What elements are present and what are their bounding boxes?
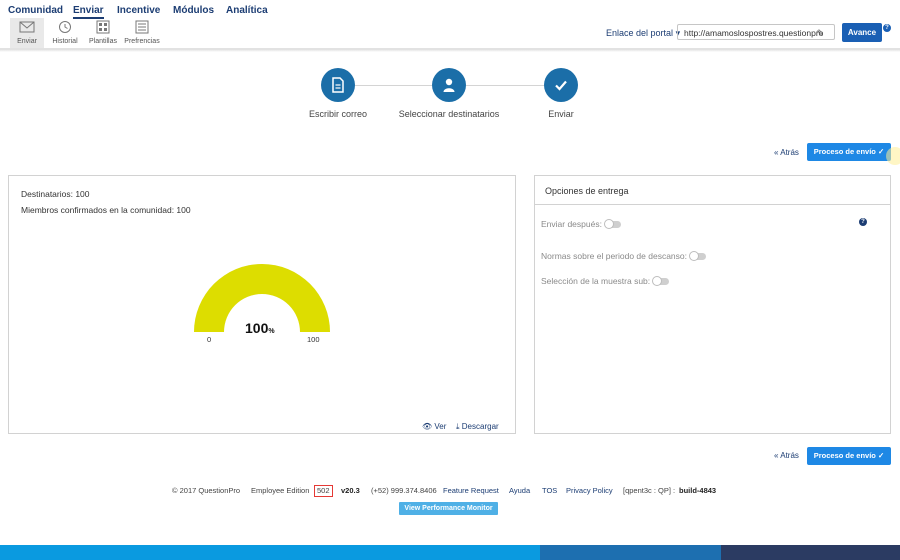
gauge-min-label: 0 (207, 335, 212, 344)
bottom-bar (0, 545, 540, 560)
footer-version: v20.3 (341, 486, 360, 495)
portal-link-label: Enlace del portal (606, 28, 674, 38)
portal-url-field[interactable]: http://amamoslospostres.questionpro ✎ (677, 24, 835, 40)
option-seleccion-muestra: Selección de la muestra sub: (541, 276, 670, 287)
download-icon: ⤓ (456, 422, 460, 431)
help-icon[interactable]: ? (883, 24, 891, 32)
eye-icon: 👁 (422, 422, 433, 431)
nav-tab-analitica[interactable]: Analítica (226, 5, 268, 16)
panel-title: Opciones de entrega (545, 186, 629, 196)
gauge-max-label: 100 (307, 335, 320, 344)
document-icon (332, 77, 344, 93)
back-label: Atrás (780, 451, 799, 460)
proceso-label: Proceso de envío (813, 451, 876, 460)
cursor-highlight (886, 147, 900, 165)
gauge-value-unit: % (268, 328, 275, 335)
back-label: Atrás (780, 148, 799, 157)
step-enviar[interactable] (544, 68, 578, 102)
nav-tab-modulos[interactable]: Módulos (173, 5, 214, 16)
toggle-switch[interactable] (603, 219, 621, 230)
footer-server: [qpent3c : QP] : (623, 486, 676, 495)
option-label: Selección de la muestra sub: (541, 276, 651, 286)
footer-ayuda[interactable]: Ayuda (509, 486, 530, 495)
footer-privacy[interactable]: Privacy Policy (566, 486, 613, 495)
check-icon (555, 80, 567, 91)
option-enviar-despues: Enviar después: (541, 219, 621, 230)
envelope-icon (19, 21, 35, 33)
nav-tab-enviar[interactable]: Enviar (73, 5, 104, 19)
option-normas-descanso: Normas sobre el periodo de descanso: (541, 251, 706, 262)
bottom-bar (721, 545, 900, 560)
nav-tab-incentive[interactable]: Incentive (117, 5, 160, 16)
recipients-panel: Destinatarios: 100 Miembros confirmados … (8, 175, 516, 434)
chevron-left-icon: « (774, 451, 779, 460)
toggle-switch[interactable] (689, 251, 706, 262)
footer: © 2017 QuestionPro Employee Edition 502 … (0, 485, 900, 498)
step-label: Seleccionar destinatarios (398, 109, 500, 119)
toolbar-enviar-label: Enviar (17, 38, 37, 45)
toolbar-preferencias-label: Prefrencias (124, 38, 160, 45)
history-icon (59, 21, 71, 33)
destinatarios-text: Destinatarios: 100 (21, 189, 90, 199)
chevron-left-icon: « (774, 148, 779, 157)
avance-button[interactable]: Avance (842, 23, 882, 42)
footer-phone: (+52) 999.374.8406 (371, 486, 437, 495)
toolbar-historial[interactable]: Historial (49, 18, 81, 48)
performance-monitor-button[interactable]: View Performance Monitor (399, 502, 498, 515)
option-label: Enviar después: (541, 219, 602, 229)
step-label: Escribir correo (308, 109, 368, 119)
footer-build: build-4843 (679, 486, 717, 495)
step-label: Enviar (548, 109, 574, 119)
footer-code: 502 (314, 485, 333, 497)
step-connector (355, 85, 432, 86)
step-escribir-correo[interactable] (321, 68, 355, 102)
pencil-icon[interactable]: ✎ (816, 25, 824, 39)
step-connector (466, 85, 544, 86)
help-icon[interactable]: ? (859, 218, 867, 226)
toolbar-plantillas[interactable]: Plantillas (86, 18, 120, 48)
descargar-label: Descargar (461, 422, 499, 431)
footer-feature-request[interactable]: Feature Request (443, 486, 499, 495)
gauge-value: 100% (245, 320, 275, 336)
panel-header: Opciones de entrega (535, 176, 890, 205)
user-icon (443, 78, 455, 92)
check-icon: ✓ (877, 451, 885, 460)
nav-tab-comunidad[interactable]: Comunidad (8, 5, 63, 16)
gauge-value-number: 100 (245, 320, 269, 336)
option-label: Normas sobre el periodo de descanso: (541, 251, 687, 261)
ver-label: Ver (434, 422, 447, 431)
top-nav: Comunidad Enviar Incentive Módulos Analí… (0, 0, 900, 19)
delivery-options-panel: Opciones de entrega Enviar después: Norm… (534, 175, 891, 434)
preferences-icon (135, 20, 149, 34)
proceso-envio-button[interactable]: Proceso de envío ✓ (807, 447, 891, 465)
proceso-envio-button[interactable]: Proceso de envío ✓ (807, 143, 891, 161)
back-link[interactable]: « Atrás (774, 451, 799, 460)
back-link[interactable]: « Atrás (774, 148, 799, 157)
check-icon: ✓ (877, 147, 885, 156)
miembros-text: Miembros confirmados en la comunidad: 10… (21, 205, 191, 215)
proceso-label: Proceso de envío (813, 147, 876, 156)
footer-tos[interactable]: TOS (542, 486, 557, 495)
footer-edition: Employee Edition (251, 486, 310, 495)
toolbar-shadow (0, 49, 900, 52)
portal-url-text: http://amamoslospostres.questionpro (684, 28, 824, 38)
toolbar-plantillas-label: Plantillas (88, 38, 117, 45)
portal-link-dropdown[interactable]: Enlace del portal ▾ (606, 28, 680, 39)
toolbar-preferencias[interactable]: Prefrencias (122, 18, 162, 48)
step-seleccionar-destinatarios[interactable] (432, 68, 466, 102)
bottom-bar (540, 545, 721, 560)
footer-copyright: © 2017 QuestionPro (172, 486, 241, 495)
toggle-switch[interactable] (652, 276, 670, 287)
toolbar-historial-label: Historial (52, 38, 78, 45)
toolbar-enviar[interactable]: Enviar (10, 18, 44, 48)
ver-link[interactable]: 👁 Ver (422, 422, 446, 431)
templates-icon (96, 20, 110, 34)
descargar-link[interactable]: ⤓ Descargar (456, 422, 499, 432)
